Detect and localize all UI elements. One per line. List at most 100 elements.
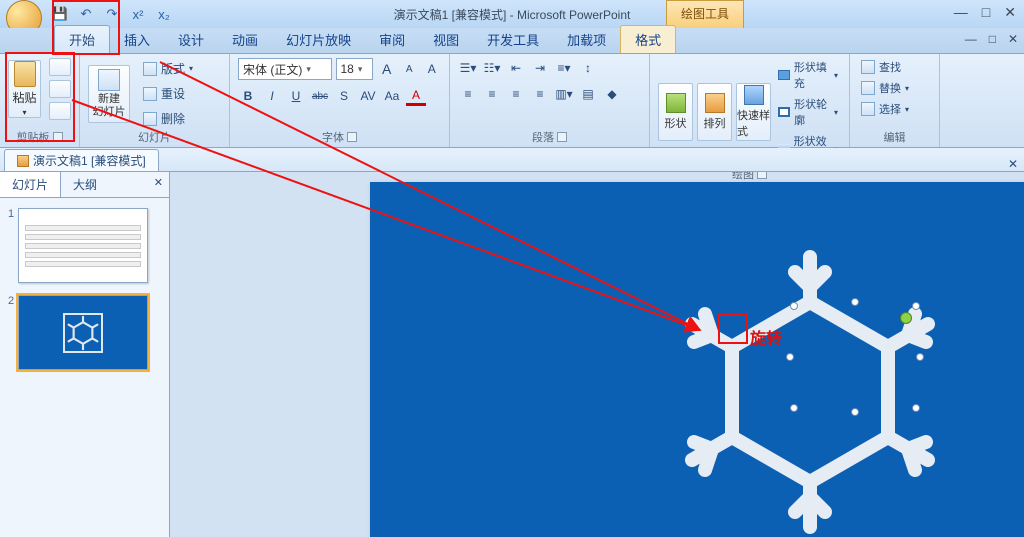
tab-design[interactable]: 设计 [164, 26, 218, 53]
thumbnail-2-number: 2 [8, 295, 14, 307]
font-group-label: 字体 [322, 129, 344, 145]
tab-developer[interactable]: 开发工具 [473, 26, 553, 53]
char-spacing-button[interactable]: AV [358, 86, 378, 106]
tab-format[interactable]: 格式 [620, 25, 676, 53]
contextual-tab-drawing-tools[interactable]: 绘图工具 [666, 0, 744, 28]
text-direction-button[interactable]: ↕ [578, 58, 598, 78]
decrease-indent-button[interactable]: ⇤ [506, 58, 526, 78]
arrange-icon [705, 93, 725, 113]
redo-icon[interactable]: ↷ [102, 4, 122, 24]
font-name-combo[interactable]: 宋体 (正文)▾ [238, 58, 332, 80]
paragraph-dialog-launcher[interactable] [557, 132, 567, 142]
shape-fill-button[interactable]: 形状填充▾ [775, 58, 841, 92]
subscript-icon[interactable]: x₂ [154, 4, 174, 24]
document-tab[interactable]: 演示文稿1 [兼容模式] [4, 149, 159, 171]
grow-font-button[interactable]: A [377, 59, 396, 79]
slide-canvas[interactable] [370, 182, 1024, 537]
selection-handle[interactable] [790, 302, 798, 310]
paragraph-group-label: 段落 [532, 129, 554, 145]
tab-addin[interactable]: 加载项 [553, 26, 620, 53]
text-shadow-button[interactable]: S [334, 86, 354, 106]
quick-styles-button[interactable]: 快速样式 [736, 83, 771, 141]
find-icon [861, 60, 875, 74]
replace-button[interactable]: 替换▾ [858, 79, 931, 97]
paste-label: 粘贴 [12, 89, 36, 106]
minimize-button[interactable]: — [954, 4, 968, 21]
child-minimize-button[interactable]: — [965, 32, 977, 46]
paste-button[interactable]: 粘贴 ▾ [8, 60, 41, 118]
document-close-button[interactable]: ✕ [1008, 157, 1018, 171]
tab-home[interactable]: 开始 [54, 25, 110, 53]
columns-button[interactable]: ▥▾ [554, 84, 574, 104]
reset-button[interactable]: 重设 [138, 83, 198, 104]
font-size-combo[interactable]: 18▾ [336, 58, 374, 80]
tab-insert[interactable]: 插入 [110, 26, 164, 53]
font-dialog-launcher[interactable] [347, 132, 357, 142]
save-icon[interactable]: 💾 [50, 4, 70, 24]
close-button[interactable]: ✕ [1004, 4, 1016, 21]
underline-button[interactable]: U [286, 86, 306, 106]
font-color-button[interactable]: A [406, 86, 426, 106]
convert-smartart-button[interactable]: ◆ [602, 84, 622, 104]
format-painter-button[interactable] [49, 102, 71, 120]
increase-indent-button[interactable]: ⇥ [530, 58, 550, 78]
align-left-button[interactable]: ≡ [458, 84, 478, 104]
child-window-controls: — □ ✕ [965, 32, 1018, 46]
delete-button[interactable]: 删除 [138, 108, 198, 129]
selection-handle[interactable] [916, 353, 924, 361]
find-button[interactable]: 查找 [858, 58, 931, 76]
new-slide-icon [98, 69, 120, 91]
thumbnail-2[interactable]: 2 [8, 295, 161, 370]
child-maximize-button[interactable]: □ [989, 32, 996, 46]
justify-button[interactable]: ≡ [530, 84, 550, 104]
selection-handle[interactable] [912, 404, 920, 412]
strikethrough-button[interactable]: abc [310, 86, 330, 106]
bullet-list-button[interactable]: ☰▾ [458, 58, 478, 78]
shape-outline-button[interactable]: 形状轮廓▾ [775, 95, 841, 129]
selection-handle[interactable] [851, 298, 859, 306]
side-pane-close-button[interactable]: ✕ [154, 176, 163, 189]
delete-icon [143, 112, 157, 126]
align-text-button[interactable]: ▤ [578, 84, 598, 104]
superscript-icon[interactable]: x² [128, 4, 148, 24]
selection-handle[interactable] [851, 408, 859, 416]
fill-icon [778, 70, 790, 80]
child-close-button[interactable]: ✕ [1008, 32, 1018, 46]
tab-review[interactable]: 审阅 [365, 26, 419, 53]
bold-button[interactable]: B [238, 86, 258, 106]
layout-button[interactable]: 版式▾ [138, 58, 198, 79]
clipboard-dialog-launcher[interactable] [53, 132, 63, 142]
new-slide-button[interactable]: 新建 幻灯片 [88, 65, 130, 123]
align-right-button[interactable]: ≡ [506, 84, 526, 104]
rotation-handle[interactable] [900, 312, 912, 324]
undo-icon[interactable]: ↶ [76, 4, 96, 24]
clear-formatting-button[interactable]: A [422, 59, 441, 79]
canvas-area[interactable] [170, 172, 1024, 537]
selection-handle[interactable] [786, 353, 794, 361]
side-tab-outline[interactable]: 大纲 [61, 172, 109, 197]
number-list-button[interactable]: ☷▾ [482, 58, 502, 78]
tab-view[interactable]: 视图 [419, 26, 473, 53]
selection-handle[interactable] [790, 404, 798, 412]
shrink-font-button[interactable]: A [400, 59, 419, 79]
tab-animation[interactable]: 动画 [218, 26, 272, 53]
select-icon [861, 102, 875, 116]
copy-button[interactable] [49, 80, 71, 98]
align-center-button[interactable]: ≡ [482, 84, 502, 104]
selection-handle[interactable] [912, 302, 920, 310]
line-spacing-button[interactable]: ≡▾ [554, 58, 574, 78]
group-drawing: 形状 排列 快速样式 形状填充▾ 形状轮廓▾ 形状效果▾ 绘图 [650, 54, 850, 147]
tab-slideshow[interactable]: 幻灯片放映 [272, 26, 365, 53]
italic-button[interactable]: I [262, 86, 282, 106]
side-tab-slides[interactable]: 幻灯片 [0, 172, 61, 197]
cut-button[interactable] [49, 58, 71, 76]
arrange-button[interactable]: 排列 [697, 83, 732, 141]
group-paragraph: ☰▾ ☷▾ ⇤ ⇥ ≡▾ ↕ ≡ ≡ ≡ ≡ ▥▾ ▤ ◆ 段落 [450, 54, 650, 147]
change-case-button[interactable]: Aa [382, 86, 402, 106]
window-controls: — □ ✕ [954, 4, 1016, 21]
shapes-icon [666, 93, 686, 113]
shapes-button[interactable]: 形状 [658, 83, 693, 141]
maximize-button[interactable]: □ [982, 4, 990, 21]
thumbnail-1[interactable]: 1 [8, 208, 161, 283]
select-button[interactable]: 选择▾ [858, 100, 931, 118]
